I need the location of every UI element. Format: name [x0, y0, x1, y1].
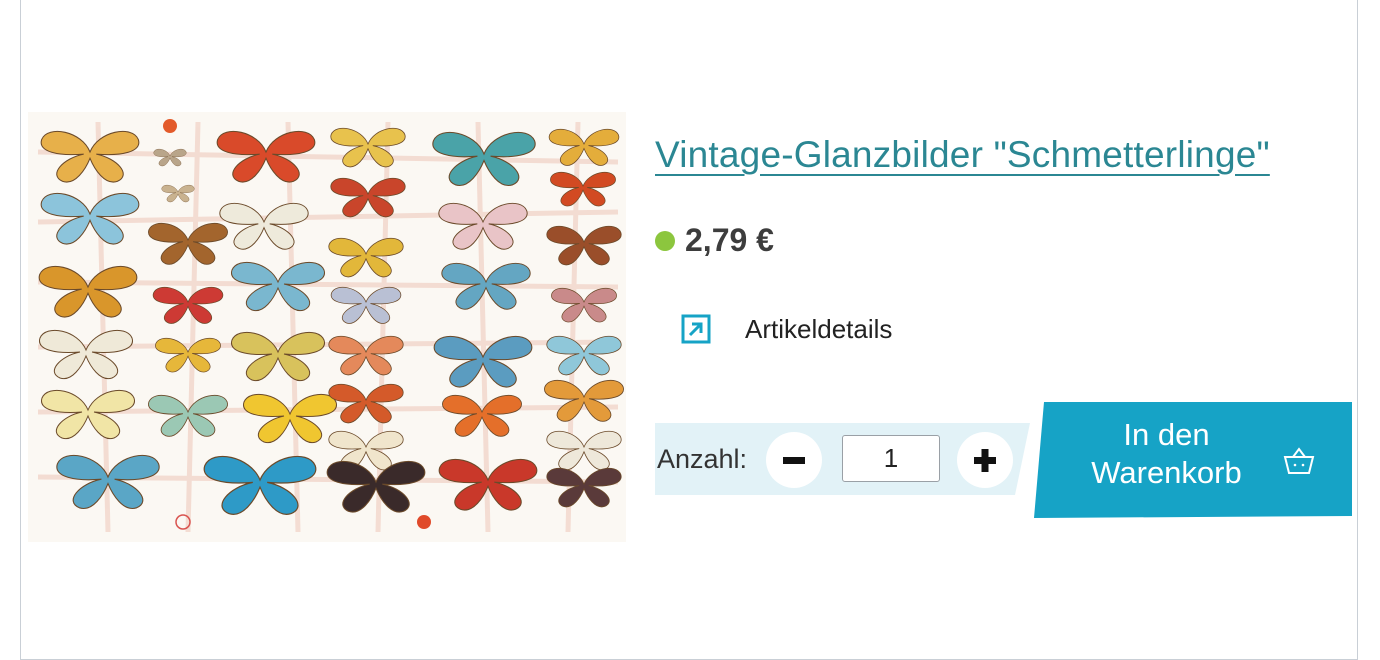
basket-icon — [1283, 447, 1315, 474]
article-details-label: Artikeldetails — [745, 313, 893, 344]
quantity-input[interactable] — [842, 435, 940, 482]
add-to-cart-label: In den Warenkorb — [1064, 416, 1269, 492]
availability-dot — [655, 230, 675, 251]
add-to-cart-label-line2: Warenkorb — [1091, 455, 1242, 490]
plus-icon — [974, 449, 996, 472]
decrease-quantity-button[interactable] — [766, 432, 822, 488]
external-link-icon — [681, 314, 711, 344]
quantity-label: Anzahl: — [657, 444, 748, 474]
product-image[interactable] — [28, 112, 626, 542]
butterfly-sheet-image — [37, 119, 624, 533]
add-to-cart-button[interactable]: In den Warenkorb — [1034, 402, 1352, 518]
minus-icon — [783, 457, 805, 464]
price-row: 2,79 € — [655, 222, 774, 259]
product-title[interactable]: Vintage-Glanzbilder "Schmetterlinge" — [655, 134, 1270, 176]
product-price: 2,79 € — [685, 222, 774, 258]
article-details-link[interactable]: Artikeldetails — [680, 313, 892, 345]
increase-quantity-button[interactable] — [957, 432, 1013, 488]
add-to-cart-label-line1: In den — [1123, 417, 1210, 452]
